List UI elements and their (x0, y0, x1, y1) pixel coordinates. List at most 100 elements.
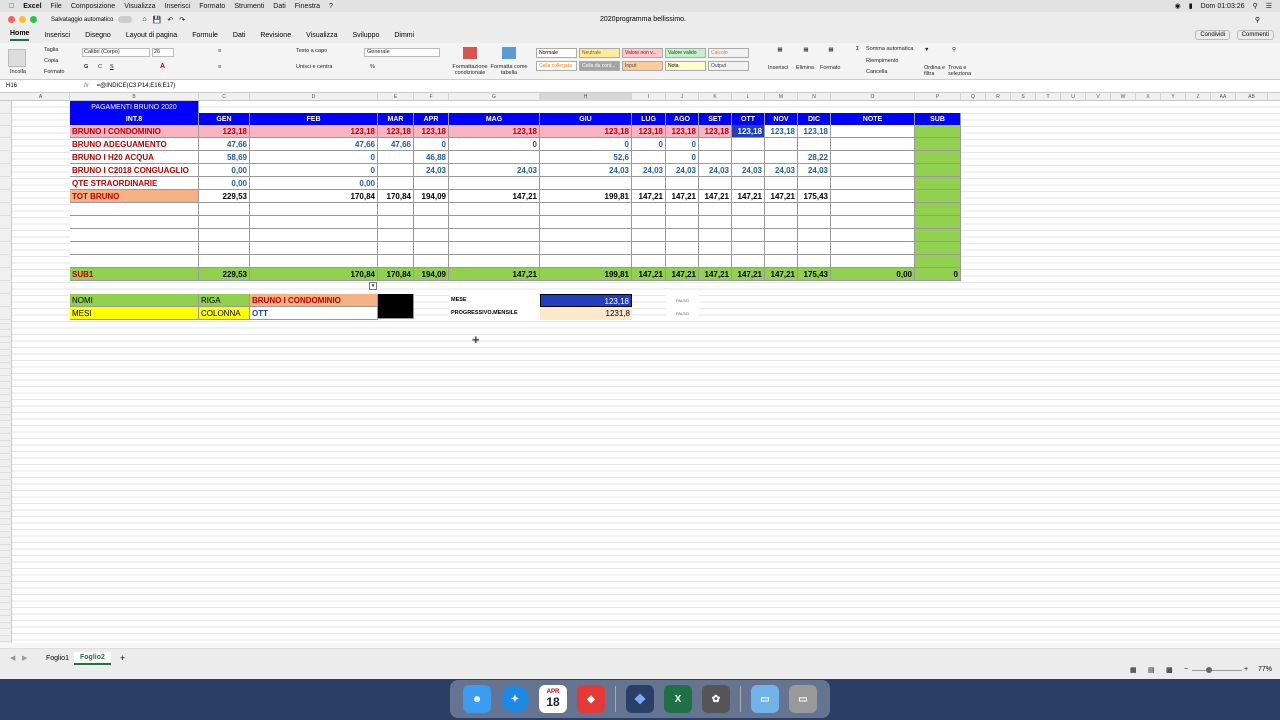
empty-cell[interactable] (540, 255, 632, 268)
horizontal-scrollbar[interactable] (0, 643, 1280, 649)
empty-cell[interactable] (632, 203, 666, 216)
next-sheet-icon[interactable]: ▶ (22, 654, 27, 662)
riga-label[interactable]: RIGA (199, 294, 250, 307)
value-cell[interactable]: 0 (414, 138, 449, 151)
close-window-button[interactable] (8, 16, 15, 23)
sub-label[interactable]: SUB1 (70, 268, 199, 281)
value-cell[interactable]: 147,21 (732, 190, 765, 203)
col-header-a[interactable]: A (12, 93, 70, 101)
value-cell[interactable]: 24,03 (732, 164, 765, 177)
minimize-window-button[interactable] (19, 16, 26, 23)
value-cell[interactable]: 24,03 (632, 164, 666, 177)
row-header[interactable] (0, 138, 12, 151)
value-cell[interactable] (732, 177, 765, 190)
empty-cell[interactable] (250, 242, 378, 255)
find-icon[interactable]: ⚲ (952, 47, 956, 53)
empty-cell[interactable] (449, 255, 540, 268)
tab-dimmi[interactable]: Dimmi (394, 32, 414, 39)
cells-area[interactable]: PAGAMENTI BRUNO 2020 INT.8 GEN FEB MAR APR MAG… (12, 101, 1280, 643)
col-header-c[interactable]: C (199, 93, 250, 101)
col-header-s[interactable]: S (1011, 93, 1036, 101)
row-header[interactable] (0, 255, 12, 268)
wrap-text-button[interactable]: Testo a capo (296, 48, 354, 54)
col-header-q[interactable]: Q (961, 93, 986, 101)
empty-cell[interactable] (632, 216, 666, 229)
paste-icon[interactable] (8, 49, 26, 67)
font-color-button[interactable]: A (160, 63, 165, 70)
row-header[interactable] (0, 216, 12, 229)
value-cell[interactable]: 123,18 (699, 125, 732, 138)
empty-cell[interactable] (414, 216, 449, 229)
value-cell[interactable] (699, 151, 732, 164)
value-cell[interactable]: 47,66 (199, 138, 250, 151)
value-cell[interactable] (915, 164, 961, 177)
value-cell[interactable]: 175,43 (798, 190, 831, 203)
formula-input[interactable]: =@INDICE(C3:P14;E16;E17) (97, 83, 176, 89)
empty-cell[interactable] (831, 242, 915, 255)
cell-style-9[interactable]: Output (708, 61, 749, 71)
empty-cell[interactable] (632, 229, 666, 242)
value-cell[interactable] (831, 164, 915, 177)
trash-icon[interactable]: ▭ (789, 685, 817, 713)
control-center-icon[interactable]: ☰ (1266, 2, 1272, 10)
empty-cell[interactable] (915, 203, 961, 216)
menu-file[interactable]: File (51, 3, 62, 10)
nomi-label[interactable]: NOMI (70, 294, 199, 307)
cut-button[interactable]: Taglia (44, 47, 58, 53)
value-cell[interactable]: 24,03 (798, 164, 831, 177)
value-cell[interactable]: 229,53 (199, 190, 250, 203)
fill-button[interactable]: Riempimento (866, 58, 898, 64)
mesi-label[interactable]: MESI (70, 307, 199, 320)
insert-cells-button[interactable]: Inserisci (768, 65, 788, 71)
value-cell[interactable]: 0,00 (199, 164, 250, 177)
row-header[interactable] (0, 268, 12, 281)
value-cell[interactable]: 0,00 (199, 177, 250, 190)
empty-cell[interactable] (70, 216, 199, 229)
value-cell[interactable]: 123,18 (732, 125, 765, 138)
align-top-icon[interactable]: ≡ (218, 48, 221, 54)
cell-style-1[interactable]: Neutrale (579, 48, 620, 58)
col-header-r[interactable]: R (986, 93, 1011, 101)
format-table-button[interactable]: Formatta come tabella (490, 64, 528, 76)
tab-layout[interactable]: Layout di pagina (126, 32, 177, 39)
empty-cell[interactable] (732, 255, 765, 268)
safari-icon[interactable]: ✦ (501, 685, 529, 713)
value-cell[interactable]: 147,21 (699, 190, 732, 203)
row-label[interactable]: BRUNO I CONDOMINIO (70, 125, 199, 138)
value-cell[interactable]: 199,81 (540, 190, 632, 203)
value-cell[interactable]: 123,18 (765, 125, 798, 138)
row-header[interactable] (0, 190, 12, 203)
cell-style-0[interactable]: Normale (536, 48, 577, 58)
empty-cell[interactable] (699, 242, 732, 255)
menu-strumenti[interactable]: Strumenti (234, 3, 264, 10)
colonna-label[interactable]: COLONNA (199, 307, 250, 320)
empty-cell[interactable] (70, 203, 199, 216)
share-button[interactable]: Condividi (1195, 30, 1230, 40)
sub-value-cell[interactable]: 147,21 (632, 268, 666, 281)
fx-icon[interactable]: fx (84, 83, 89, 89)
empty-cell[interactable] (765, 229, 798, 242)
menu-dati[interactable]: Dati (273, 3, 285, 10)
empty-cell[interactable] (449, 242, 540, 255)
empty-cell[interactable] (666, 203, 699, 216)
value-cell[interactable] (915, 138, 961, 151)
empty-cell[interactable] (199, 229, 250, 242)
value-cell[interactable]: 147,21 (632, 190, 666, 203)
cell-style-2[interactable]: Valore non v... (622, 48, 663, 58)
value-cell[interactable]: 47,66 (250, 138, 378, 151)
sheet-tab-foglio1[interactable]: Foglio1 (40, 654, 75, 663)
col-header-p[interactable]: P (915, 93, 961, 101)
cell-style-8[interactable]: Nota (665, 61, 706, 71)
empty-cell[interactable] (378, 255, 414, 268)
percent-icon[interactable]: % (370, 64, 375, 70)
copy-button[interactable]: Copia (44, 58, 58, 64)
col-header-x[interactable]: X (1136, 93, 1161, 101)
menubar-clock[interactable]: Dom 01:03:26 (1201, 3, 1245, 10)
col-header-l[interactable]: L (732, 93, 765, 101)
empty-cell[interactable] (378, 216, 414, 229)
search-icon[interactable]: ⚲ (1253, 2, 1258, 10)
sub-value-cell[interactable]: 199,81 (540, 268, 632, 281)
black-block[interactable] (378, 294, 414, 319)
number-format-select[interactable]: Generale (364, 48, 440, 57)
dropdown-arrow-icon[interactable]: ▾ (369, 282, 377, 290)
